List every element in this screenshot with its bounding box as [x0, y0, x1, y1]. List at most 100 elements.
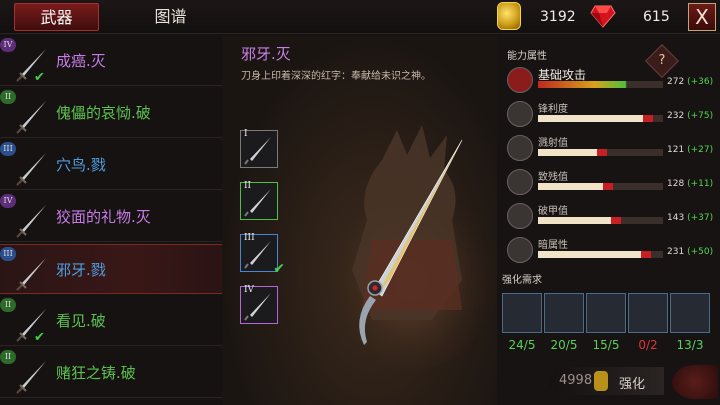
weapon-thumbnail-icon — [16, 205, 46, 238]
upgrade-title: 强化需求 — [502, 275, 542, 286]
cripple-icon — [507, 169, 533, 195]
material-count: 15/5 — [592, 338, 620, 352]
stats-panel: 能力属性 ? 基础攻击 272 (+36) 锋利度 232 (+75) 溅射值 121 (… — [497, 35, 720, 405]
weapon-name: 傀儡的哀恸.破 — [56, 104, 151, 122]
equipped-check-icon: ✔ — [273, 261, 285, 277]
weapon-list-item[interactable]: II 傀儡的哀恸.破 — [0, 88, 222, 138]
weapon-name: 邪牙.戮 — [56, 261, 106, 279]
material-count: 13/3 — [676, 338, 704, 352]
stats-title: 能力属性 — [507, 51, 547, 62]
dark-element-icon — [507, 237, 533, 263]
weapon-screen: 武器 图谱 3192 615 X IV 成癌.灭 ✔ II 傀儡的哀恸.破 III 穴… — [0, 0, 720, 405]
weapon-name: 穴鸟.戮 — [56, 156, 106, 174]
tier-label: II — [244, 181, 252, 191]
weapon-list-item[interactable]: II 看见.破 ✔ — [0, 296, 222, 346]
upgrade-button[interactable] — [672, 365, 718, 399]
tab-codex[interactable]: 图谱 — [128, 3, 213, 31]
stat-bar — [538, 251, 663, 258]
stat-bar — [538, 149, 663, 156]
weapon-title: 邪牙.灭 — [241, 45, 291, 63]
stat-bar — [538, 81, 663, 88]
stat-number: 231 — [667, 247, 685, 257]
stat-value: 231 (+50) — [667, 247, 713, 257]
upgrade-label: 强化 — [619, 377, 646, 392]
stat-row: 溅射值 121 (+27) — [507, 135, 720, 169]
tier-label: IV — [244, 285, 255, 295]
tab-weapons[interactable]: 武器 — [14, 3, 99, 31]
cost-amount: 4998 — [559, 373, 593, 388]
weapon-list: IV 成癌.灭 ✔ II 傀儡的哀恸.破 III 穴鸟.戮 IV 狡面的礼物.灭 III … — [0, 35, 222, 405]
splash-icon — [507, 135, 533, 161]
stat-bonus: (+11) — [687, 179, 714, 189]
weapon-name: 成癌.灭 — [56, 52, 106, 70]
weapon-list-item[interactable]: II 赌狂之铸.破 — [0, 348, 222, 398]
stat-value: 232 (+75) — [667, 111, 713, 121]
stat-name: 暗属性 — [538, 240, 568, 251]
tier-slot[interactable]: II — [240, 181, 278, 220]
stat-value: 121 (+27) — [667, 145, 713, 155]
sharpness-icon — [507, 101, 533, 127]
weapon-list-item[interactable]: IV 成癌.灭 ✔ — [0, 36, 222, 86]
stat-number: 121 — [667, 145, 685, 155]
weapon-list-item[interactable]: IV 狡面的礼物.灭 — [0, 192, 222, 242]
armor-break-icon — [507, 203, 533, 229]
hammer-icon[interactable] — [502, 293, 542, 333]
stat-value: 272 (+36) — [667, 77, 713, 87]
stat-number: 143 — [667, 213, 685, 223]
tier-label: III — [244, 233, 255, 243]
stat-name: 致残值 — [538, 172, 568, 183]
stat-row: 破甲值 143 (+37) — [507, 203, 720, 237]
stat-number: 272 — [667, 77, 685, 87]
stat-name: 溅射值 — [538, 138, 568, 149]
stat-bonus: (+50) — [687, 247, 714, 257]
stat-bar — [538, 217, 663, 224]
stat-bar — [538, 115, 663, 122]
gold-coin-icon — [497, 2, 521, 30]
gold-amount: 3192 — [540, 9, 576, 25]
stat-value: 128 (+11) — [667, 179, 713, 189]
ore-icon[interactable] — [544, 293, 584, 333]
stat-row: 基础攻击 272 (+36) — [507, 67, 720, 101]
stat-number: 128 — [667, 179, 685, 189]
stat-bonus: (+27) — [687, 145, 714, 155]
stat-row: 致残值 128 (+11) — [507, 169, 720, 203]
ruby-gem-icon — [590, 5, 616, 28]
tier-slot[interactable]: III ✔ — [240, 233, 285, 277]
material-count: 20/5 — [550, 338, 578, 352]
stat-number: 232 — [667, 111, 685, 121]
weapon-name: 赌狂之铸.破 — [56, 364, 136, 382]
stat-bonus: (+36) — [687, 77, 714, 87]
stat-row: 暗属性 231 (+50) — [507, 237, 720, 271]
character-artwork — [322, 125, 497, 370]
weapon-name: 狡面的礼物.灭 — [56, 208, 151, 226]
materials-row: 24/5 20/5 15/5 0/2 13/3 — [502, 293, 712, 363]
weapon-list-item[interactable]: III 邪牙.戮 — [0, 244, 222, 294]
material-count: 24/5 — [508, 338, 536, 352]
upgrade-cost: 4998 强化 — [549, 367, 664, 395]
tier-slot[interactable]: I — [240, 129, 278, 168]
dark-crystal-icon[interactable] — [628, 293, 668, 333]
stat-bonus: (+75) — [687, 111, 714, 121]
feather-icon[interactable] — [670, 293, 710, 333]
owned-check-icon: ✔ — [34, 330, 45, 345]
weapon-thumbnail-icon — [16, 101, 46, 134]
stat-bar — [538, 183, 663, 190]
mechanism-icon[interactable] — [586, 293, 626, 333]
close-button[interactable]: X — [688, 3, 716, 31]
gold-coin-icon — [594, 371, 608, 391]
attack-icon — [507, 67, 533, 93]
tier-slot[interactable]: IV — [240, 285, 278, 324]
top-bar: 武器 图谱 3192 615 X — [0, 0, 720, 34]
stat-name: 破甲值 — [538, 206, 568, 217]
weapon-thumbnail-icon — [16, 361, 46, 394]
gem-amount: 615 — [643, 9, 670, 25]
weapon-detail: 邪牙.灭 刀身上印着深深的红字：奉献给未识之神。 I II III ✔ IV — [222, 35, 497, 405]
weapon-name: 看见.破 — [56, 312, 106, 330]
weapon-description: 刀身上印着深深的红字：奉献给未识之神。 — [241, 71, 431, 82]
owned-check-icon: ✔ — [34, 70, 45, 85]
stat-name: 锋利度 — [538, 104, 568, 115]
material-count: 0/2 — [638, 338, 658, 352]
weapon-thumbnail-icon — [16, 153, 46, 186]
stat-value: 143 (+37) — [667, 213, 713, 223]
weapon-list-item[interactable]: III 穴鸟.戮 — [0, 140, 222, 190]
